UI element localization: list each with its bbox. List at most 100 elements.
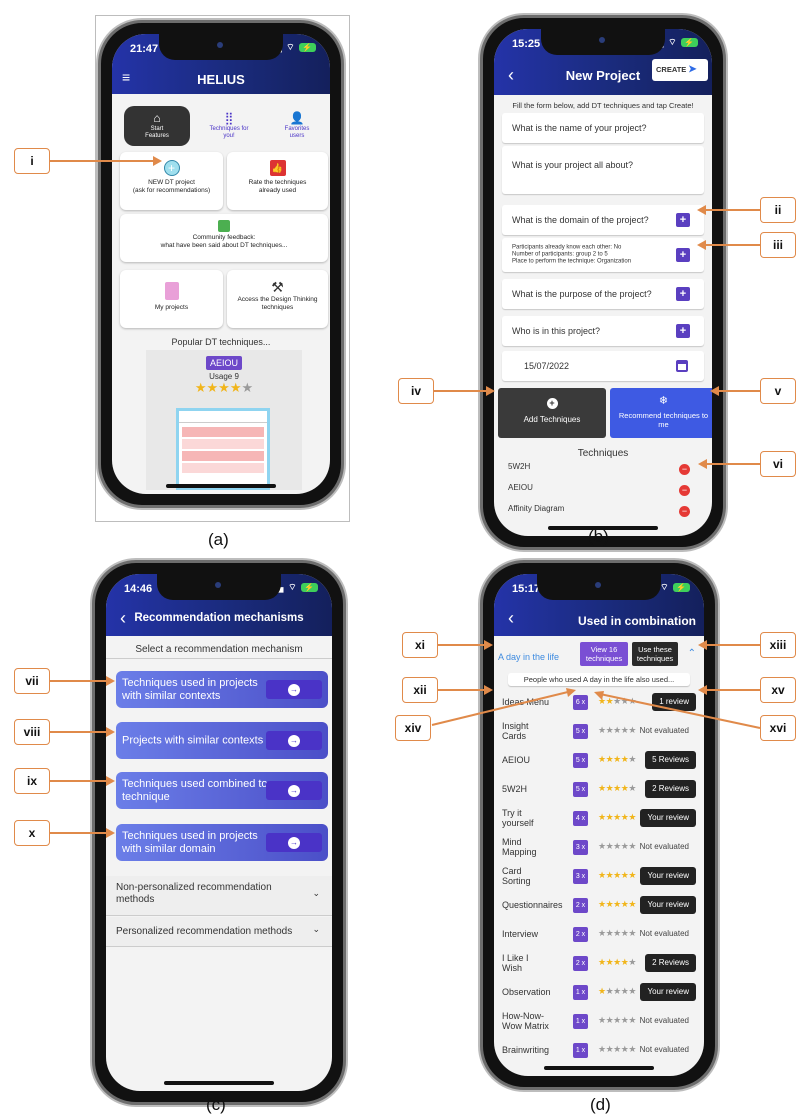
table-row[interactable]: Mind Mapping 3 x ★★★★★ Not evaluated xyxy=(502,837,696,857)
star-icon: ★ xyxy=(613,754,621,764)
participants-field[interactable]: Participants already know each other: No… xyxy=(502,238,704,272)
accordion-personalized[interactable]: Personalized recommendation methods ⌄ xyxy=(106,917,332,947)
callout-vii: vii xyxy=(14,668,50,694)
page-title: Recommendation mechanisms xyxy=(134,612,304,624)
mechanism-combined-technique[interactable]: Techniques used combined to a technique → xyxy=(116,772,328,809)
add-purpose-button[interactable]: + xyxy=(676,287,690,301)
review-button[interactable]: 5 Reviews xyxy=(645,751,696,769)
add-member-button[interactable]: + xyxy=(676,324,690,338)
star-icon: ★ xyxy=(628,812,636,822)
review-button[interactable]: Your review xyxy=(640,896,696,914)
rate-techniques-card[interactable]: 👍 Rate the techniques already used xyxy=(227,152,328,210)
table-row[interactable]: How-Now-Wow Matrix 1 x ★★★★★ Not evaluated xyxy=(502,1011,696,1031)
star-icon: ★ xyxy=(628,899,636,909)
review-button[interactable]: 2 Reviews xyxy=(645,780,696,798)
table-row[interactable]: Try it yourself 4 x ★★★★★ Your review xyxy=(502,808,696,828)
review-button[interactable]: Your review xyxy=(640,867,696,885)
review-button[interactable]: 2 Reviews xyxy=(645,954,696,972)
add-user-icon: 👤 xyxy=(289,111,305,125)
go-button[interactable]: → xyxy=(266,731,322,750)
tab-techniques-for-you[interactable]: ⣿ Techniques for you! xyxy=(196,106,262,146)
tab-start-features[interactable]: ⌂ Start Features xyxy=(124,106,190,146)
arrow-xiii xyxy=(707,644,760,646)
arrow-i xyxy=(50,160,153,162)
table-row[interactable]: Card Sorting 3 x ★★★★★ Your review xyxy=(502,866,696,886)
chevron-down-icon: ⌄ xyxy=(312,924,320,934)
access-dt-techniques-card[interactable]: ⚒ Access the Design Thinking techniques xyxy=(227,270,328,328)
arrow-xi xyxy=(438,644,484,646)
star-icon: ★ xyxy=(628,754,636,764)
arrowhead-x xyxy=(106,828,115,838)
arrow-right-icon: → xyxy=(288,734,300,747)
accordion-non-personalized[interactable]: Non-personalized recommendation methods ⌄ xyxy=(106,876,332,916)
recommend-techniques-button[interactable]: ❄ Recommend techniques to me xyxy=(610,388,712,438)
table-row[interactable]: I Like I Wish 2 x ★★★★★ 2 Reviews xyxy=(502,953,696,973)
arrow-right-icon: → xyxy=(288,683,300,696)
table-row[interactable]: AEIOU 5 x ★★★★★ 5 Reviews xyxy=(502,750,696,770)
view-techniques-button[interactable]: View 16 techniques xyxy=(580,642,628,666)
mechanism-similar-contexts-techniques[interactable]: Techniques used in projects with similar… xyxy=(116,671,328,708)
technique-name: Try it yourself xyxy=(502,808,534,828)
popular-technique-card[interactable]: AEIOU Usage 9 ★★★★★ xyxy=(146,350,302,490)
review-button[interactable]: Your review xyxy=(640,809,696,827)
mechanism-similar-domain[interactable]: Techniques used in projects with similar… xyxy=(116,824,328,861)
star-icon: ★ xyxy=(613,812,621,822)
community-feedback-card[interactable]: Community feedback: what have been said … xyxy=(120,214,328,262)
callout-ix: ix xyxy=(14,768,50,794)
callout-v: v xyxy=(760,378,796,404)
arrowhead-ii xyxy=(697,205,706,215)
remove-icon[interactable]: − xyxy=(679,464,690,475)
arrowhead-viii xyxy=(106,727,115,737)
go-button[interactable]: → xyxy=(266,781,322,800)
technique-name: AEIOU xyxy=(502,755,531,765)
star-rating: ★★★★★ xyxy=(598,1015,636,1026)
usage-count-badge: 2 x xyxy=(573,956,588,971)
remove-icon[interactable]: − xyxy=(679,506,690,517)
back-icon[interactable]: ‹ xyxy=(508,608,514,629)
create-button[interactable]: CREATE ➤ xyxy=(652,59,708,81)
table-row[interactable]: Questionnaires 2 x ★★★★★ Your review xyxy=(502,895,696,915)
review-button[interactable]: Your review xyxy=(640,983,696,1001)
mechanism-similar-contexts-projects[interactable]: Projects with similar contexts → xyxy=(116,722,328,759)
arrow-vii xyxy=(50,680,106,682)
go-button[interactable]: → xyxy=(266,680,322,699)
table-row[interactable]: Interview 2 x ★★★★★ Not evaluated xyxy=(502,924,696,944)
star-icon: ★ xyxy=(598,870,606,880)
add-domain-button[interactable]: + xyxy=(676,213,690,227)
project-about-field[interactable]: What is your project all about? xyxy=(502,146,704,194)
use-techniques-button[interactable]: Use these techniques xyxy=(632,642,678,666)
project-purpose-field[interactable]: What is the purpose of the project? + xyxy=(502,279,704,309)
popular-stars: ★★★★★ xyxy=(194,380,254,395)
remove-icon[interactable]: − xyxy=(679,485,690,496)
panel-label-b: (b) xyxy=(588,527,609,546)
technique-name: Observation xyxy=(502,987,551,997)
chevron-up-icon[interactable]: ⌃ xyxy=(688,648,696,659)
table-row[interactable]: 5W2H 5 x ★★★★★ 2 Reviews xyxy=(502,779,696,799)
star-icon: ★ xyxy=(598,812,606,822)
rating-icon: 👍 xyxy=(269,160,286,176)
go-button[interactable]: → xyxy=(266,833,322,852)
star-icon: ★ xyxy=(598,899,606,909)
evaluation-status: Not evaluated xyxy=(639,1045,689,1054)
add-techniques-button[interactable]: + Add Techniques xyxy=(498,388,606,438)
notch xyxy=(159,34,283,60)
table-row[interactable]: Brainwriting 1 x ★★★★★ Not evaluated xyxy=(502,1040,696,1060)
date-field[interactable]: 15/07/2022 xyxy=(502,351,704,381)
app-title: HELIUS xyxy=(197,72,245,87)
chevron-down-icon: ⌄ xyxy=(312,888,320,898)
my-projects-card[interactable]: My projects xyxy=(120,270,223,328)
add-participants-button[interactable]: + xyxy=(676,248,690,262)
tab-favorites-users[interactable]: 👤 Favorites users xyxy=(264,106,330,146)
arrowhead-vi xyxy=(698,459,707,469)
add-circle-icon: + xyxy=(163,160,180,176)
project-name-field[interactable]: What is the name of your project? xyxy=(502,113,704,143)
project-members-field[interactable]: Who is in this project? + xyxy=(502,316,704,346)
technique-name: I Like I Wish xyxy=(502,953,529,973)
calendar-icon[interactable] xyxy=(676,360,688,372)
usage-count-badge: 1 x xyxy=(573,1014,588,1029)
usage-count-badge: 5 x xyxy=(573,782,588,797)
table-row[interactable]: Observation 1 x ★★★★★ Your review xyxy=(502,982,696,1002)
project-domain-field[interactable]: What is the domain of the project? + xyxy=(502,205,704,235)
callout-ii: ii xyxy=(760,197,796,223)
callout-x: x xyxy=(14,820,50,846)
